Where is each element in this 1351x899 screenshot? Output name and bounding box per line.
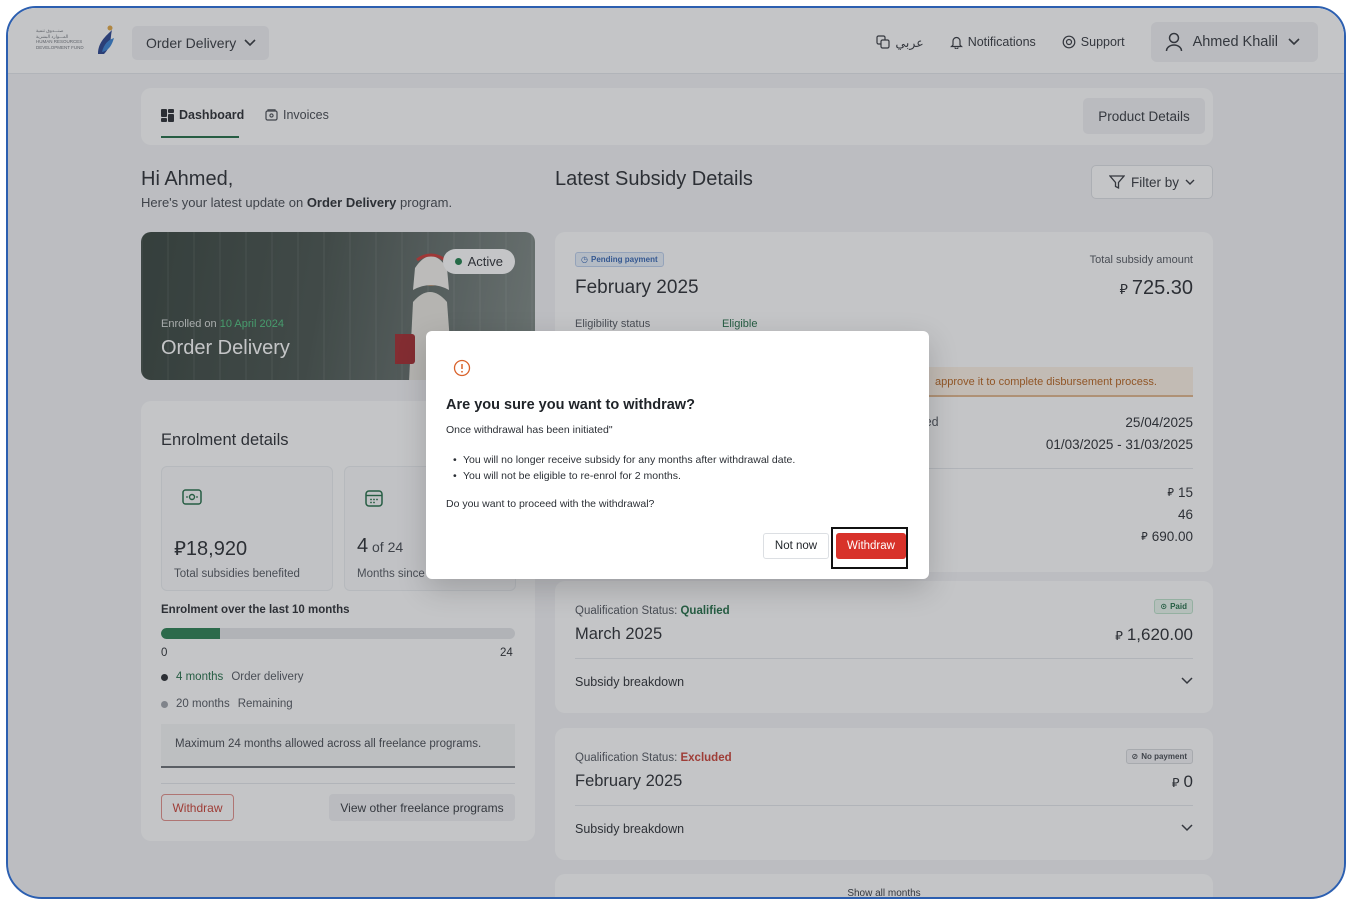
list-item: You will no longer receive subsidy for a… [453,452,795,468]
app-window: صنـــدوق تنمية المـــوارد البشرية HUMAN RE… [6,6,1346,899]
not-now-button[interactable]: Not now [763,533,829,559]
list-item: You will not be eligible to re-enrol for… [453,468,795,484]
dialog-bullets: You will no longer receive subsidy for a… [453,452,795,484]
dialog-question: Do you want to proceed with the withdraw… [446,498,655,510]
dialog-title: Are you sure you want to withdraw? [446,397,695,413]
focus-highlight [831,527,908,569]
dialog-subtitle: Once withdrawal has been initiated" [446,424,613,436]
info-icon [453,359,471,377]
withdraw-confirm-dialog: Are you sure you want to withdraw? Once … [426,331,929,579]
